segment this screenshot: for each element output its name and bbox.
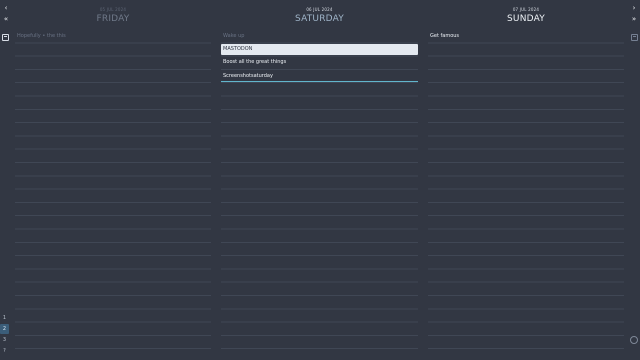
week-2[interactable]: 2 [0,324,9,334]
task-lines[interactable] [15,30,211,360]
calendar-icon[interactable] [631,34,638,41]
calendar-icon[interactable] [2,34,9,41]
day-column-saturday: 06 JUL 2024 SATURDAY Wake up MASTODON Bo… [221,0,418,360]
day-name: SATURDAY [294,14,344,24]
week-3[interactable]: 3 [0,335,9,345]
day-column-friday: 05 JUL 2024 FRIDAY Hopefully • the this [15,0,211,360]
help-button[interactable]: ? [0,346,9,356]
task-lines[interactable] [428,30,624,360]
day-date: 07 JUL 2024 [512,7,540,12]
week-list: 1 2 3 ? [0,313,10,357]
previous-week-button[interactable]: « [1,14,11,24]
day-column-sunday: 07 JUL 2024 SUNDAY Get famous [428,0,624,360]
task-item[interactable]: Get famous [430,31,624,42]
settings-icon[interactable] [630,336,638,344]
next-day-button[interactable]: › [629,3,639,13]
week-1[interactable]: 1 [0,313,9,323]
task-item-selected[interactable]: MASTODON [221,44,418,55]
task-item[interactable]: Wake up [223,31,418,42]
previous-day-button[interactable]: ‹ [1,3,11,13]
task-edit-input[interactable] [221,71,418,82]
day-name: FRIDAY [96,14,130,24]
left-sidebar: ‹ « 1 2 3 ? [0,0,12,360]
next-week-button[interactable]: » [629,14,639,24]
task-item[interactable]: Hopefully • the this [17,31,211,42]
day-date: 05 JUL 2024 [99,7,127,12]
task-item[interactable]: Boost all the great things [223,57,418,68]
day-date: 06 JUL 2024 [306,7,333,12]
day-name: SUNDAY [507,14,545,24]
right-sidebar: › » [628,0,640,360]
